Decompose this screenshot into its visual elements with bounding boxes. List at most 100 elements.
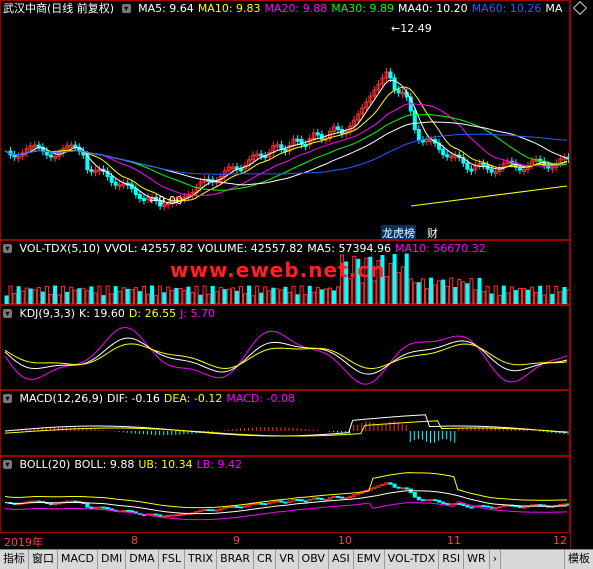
axis-label-9: 9 — [233, 534, 240, 547]
volume-bar — [449, 277, 454, 304]
tab-template[interactable]: 模板 — [564, 550, 593, 569]
kdj-line-1 — [4, 337, 568, 375]
candle-body — [396, 89, 401, 94]
volume-bar — [299, 285, 304, 304]
tab-6[interactable]: TRIX — [185, 550, 218, 569]
volume-bar — [174, 287, 179, 304]
volume-bar — [509, 286, 514, 304]
boll-candle — [493, 507, 498, 510]
chevron-down-icon[interactable]: ▾ — [3, 244, 12, 253]
tab-13[interactable]: VOL-TDX — [385, 550, 440, 569]
boll-candle — [388, 482, 393, 485]
macd-panel[interactable]: ▾ MACD(12,26,9) DIF: -0.16 DEA: -0.12 MACD:… — [0, 390, 570, 456]
event-tag-finance[interactable]: 财 — [427, 225, 438, 239]
volume-bar — [186, 286, 191, 304]
volume-bar — [12, 292, 17, 304]
tab-14[interactable]: RSI — [439, 550, 465, 569]
boll-candle — [194, 511, 199, 514]
tab-12[interactable]: EMV — [354, 550, 385, 569]
volume-bar — [251, 295, 256, 304]
ma-value-0: MA5: 9.64 — [138, 2, 194, 15]
tab-2[interactable]: MACD — [58, 550, 98, 569]
candle-body — [259, 153, 264, 157]
candle-body — [315, 132, 320, 136]
tab-3[interactable]: DMI — [98, 550, 127, 569]
event-tag-dragon[interactable]: 龙虎榜 — [381, 225, 416, 239]
volume-bar — [206, 293, 211, 304]
settings-diamond-icon[interactable] — [572, 0, 588, 16]
volume-bar — [4, 295, 9, 304]
volume-bar — [517, 287, 522, 304]
volume-bar — [477, 277, 482, 304]
boll-candle — [263, 503, 268, 506]
tab-7[interactable]: BRAR — [217, 550, 255, 569]
tab-8[interactable]: CR — [254, 550, 277, 569]
volume-bar — [202, 285, 207, 304]
volume-bar — [493, 285, 498, 304]
candle-body — [133, 188, 138, 196]
boll-candle — [392, 483, 397, 488]
volume-bar — [20, 290, 25, 304]
boll-candle — [53, 503, 58, 506]
volume-bar — [489, 293, 494, 304]
volume-bar — [133, 287, 138, 304]
ma-value-4: MA40: 10.20 — [397, 2, 468, 15]
tab-5[interactable]: FSL — [159, 550, 185, 569]
chevron-down-icon[interactable]: ▾ — [3, 309, 12, 318]
volume-bar — [263, 286, 268, 304]
volume-bar — [315, 286, 320, 304]
volume-bar — [384, 276, 389, 304]
boll-candle — [28, 500, 33, 503]
volume-bar — [226, 288, 231, 304]
boll-candle — [433, 499, 438, 502]
candle-body — [238, 168, 243, 172]
volume-bar — [8, 285, 13, 304]
tab-16[interactable]: › — [490, 550, 502, 569]
tab-4[interactable]: DMA — [126, 550, 159, 569]
kdj-panel[interactable]: ▾ KDJ(9,3,3) K: 19.60 D: 26.55 J: 5.70 — [0, 305, 570, 390]
boll-candle — [73, 500, 78, 503]
volume-bar — [287, 291, 292, 304]
low-price-label: ←9.00 — [149, 194, 183, 207]
volume-bar — [129, 289, 134, 304]
boll-candle — [538, 504, 543, 507]
boll-candle — [125, 510, 130, 513]
chevron-down-icon[interactable]: ▾ — [3, 394, 12, 403]
volume-bar — [323, 288, 328, 304]
chevron-down-icon[interactable]: ▾ — [121, 4, 131, 13]
volume-bar — [85, 290, 90, 304]
volume-bar — [40, 291, 45, 304]
volume-bar — [105, 285, 110, 304]
volume-bar — [259, 292, 264, 304]
kdj-header: ▾ KDJ(9,3,3) K: 19.60 D: 26.55 J: 5.70 — [3, 307, 223, 321]
volume-bar — [32, 289, 37, 304]
boll-candle — [299, 499, 304, 502]
tab-10[interactable]: OBV — [299, 550, 329, 569]
candle-body — [12, 154, 17, 158]
boll-candle — [311, 497, 316, 500]
volume-bar — [113, 286, 118, 304]
tab-1[interactable]: 窗口 — [29, 550, 58, 569]
volume-bar — [408, 278, 413, 304]
volume-bar — [44, 285, 49, 304]
candle-body — [412, 110, 417, 131]
volume-bar — [16, 286, 21, 304]
tab-15[interactable]: WR — [464, 550, 490, 569]
candle-body — [73, 144, 78, 148]
tab-9[interactable]: VR — [276, 550, 299, 569]
boll-candle — [336, 495, 341, 498]
tab-0[interactable]: 指标 — [0, 550, 29, 569]
volume-bar — [331, 290, 336, 304]
ma-line-5 — [4, 79, 568, 204]
volume-bar — [469, 277, 474, 304]
boll-candle — [162, 515, 167, 518]
volume-bar — [307, 285, 312, 304]
tab-11[interactable]: ASI — [329, 550, 354, 569]
kdj-value-2: D: 26.55 — [128, 307, 177, 320]
boll-candle — [69, 500, 74, 503]
boll-candle — [287, 500, 292, 504]
boll-candle — [206, 509, 211, 512]
chevron-down-icon[interactable]: ▾ — [3, 460, 12, 469]
boll-panel[interactable]: ▾ BOLL(20) BOLL: 9.88 UB: 10.34 LB: 9.42 — [0, 456, 570, 533]
price-panel[interactable]: 武汉中商(日线 前复权) ▾ MA5: 9.64 MA10: 9.83 MA20: … — [0, 0, 570, 240]
